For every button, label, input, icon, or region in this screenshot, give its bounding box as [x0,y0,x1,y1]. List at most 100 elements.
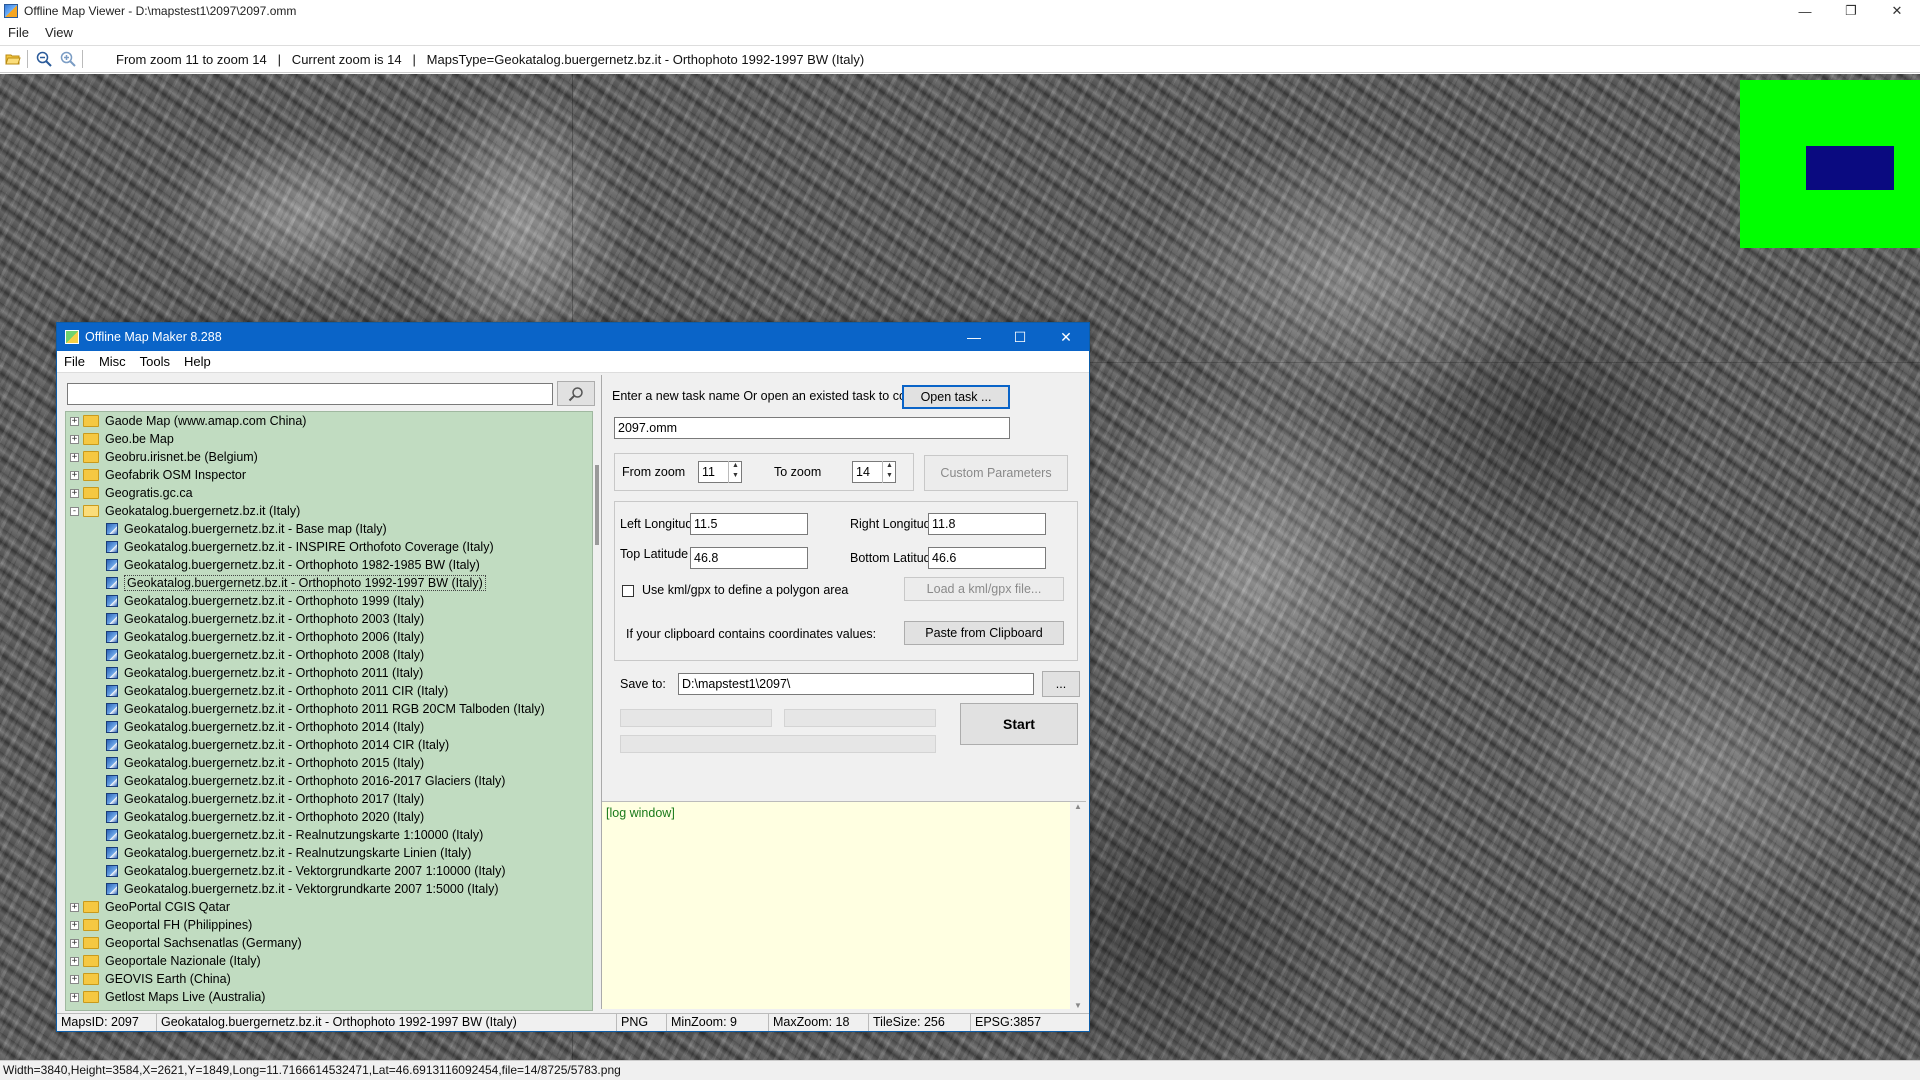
tree-map-item[interactable]: Geokatalog.buergernetz.bz.it - Orthophot… [66,736,592,754]
log-scrollbar[interactable]: ▲ ▼ [1070,802,1086,1010]
tree-folder-item[interactable]: - Geokatalog.buergernetz.bz.it (Italy) [66,502,592,520]
expand-icon[interactable]: + [70,452,79,462]
tree-folder-item[interactable]: + GEOVIS Earth (China) [66,970,592,988]
map-layer-icon [106,811,118,823]
tree-item-label: Getlost Maps Live (Australia) [105,990,266,1004]
tree-map-item[interactable]: Geokatalog.buergernetz.bz.it - Vektorgru… [66,862,592,880]
expand-icon[interactable]: + [70,902,79,912]
tree-item-label: Gaode Map (www.amap.com China) [105,414,307,428]
browse-folder-button[interactable]: ... [1042,671,1080,697]
tree-scrollbar[interactable] [595,465,599,545]
tree-folder-item[interactable]: + Getlost Maps Live (Australia) [66,988,592,1006]
tree-folder-item[interactable]: + Geoportal Sachsenatlas (Germany) [66,934,592,952]
expand-icon[interactable]: + [70,920,79,930]
maximize-icon[interactable]: ☐ [997,323,1043,351]
spin-up-icon[interactable]: ▲ [883,461,896,471]
use-kml-checkbox[interactable] [622,585,634,597]
minimize-icon[interactable]: — [951,323,997,351]
left-longitude-field[interactable]: 11.5 [690,513,808,535]
scroll-down-icon[interactable]: ▼ [1070,1001,1086,1010]
tree-item-label: Geokatalog.buergernetz.bz.it - INSPIRE O… [124,540,494,554]
collapse-icon[interactable]: - [70,506,79,516]
bottom-latitude-field[interactable]: 46.6 [928,547,1046,569]
tree-folder-item[interactable]: + Geofabrik OSM Inspector [66,466,592,484]
tree-map-item[interactable]: Geokatalog.buergernetz.bz.it - Orthophot… [66,808,592,826]
tree-map-item[interactable]: Geokatalog.buergernetz.bz.it - Realnutzu… [66,844,592,862]
right-longitude-field[interactable]: 11.8 [928,513,1046,535]
tree-folder-item[interactable]: + Geoportale Nazionale (Italy) [66,952,592,970]
tree-folder-item[interactable]: + Geo.be Map [66,430,592,448]
folder-open-icon[interactable] [2,48,24,70]
menu-tools[interactable]: Tools [133,354,177,369]
close-icon[interactable]: ✕ [1874,0,1920,22]
dialog-menubar: File Misc Tools Help [57,351,1089,373]
bottom-latitude-label: Bottom Latitude [850,551,938,565]
tree-map-item[interactable]: Geokatalog.buergernetz.bz.it - Orthophot… [66,700,592,718]
dialog-titlebar[interactable]: Offline Map Maker 8.288 — ☐ ✕ [57,323,1089,351]
menu-file[interactable]: File [0,25,37,40]
minimize-icon[interactable]: — [1782,0,1828,22]
custom-parameters-button[interactable]: Custom Parameters [924,455,1068,491]
restore-icon[interactable]: ❐ [1828,0,1874,22]
minimap-viewport-rect[interactable] [1806,146,1894,190]
zoom-in-icon[interactable] [57,48,79,70]
tree-map-item[interactable]: Geokatalog.buergernetz.bz.it - Orthophot… [66,664,592,682]
map-layer-icon [106,775,118,787]
paste-from-clipboard-button[interactable]: Paste from Clipboard [904,621,1064,645]
tree-folder-item[interactable]: + Geogratis.gc.ca [66,484,592,502]
tree-map-item[interactable]: Geokatalog.buergernetz.bz.it - INSPIRE O… [66,538,592,556]
tree-map-item[interactable]: Geokatalog.buergernetz.bz.it - Orthophot… [66,718,592,736]
spin-down-icon[interactable]: ▼ [729,471,742,481]
tree-map-item[interactable]: Geokatalog.buergernetz.bz.it - Orthophot… [66,772,592,790]
right-longitude-label: Right Longitude [850,517,938,531]
menu-view[interactable]: View [37,25,81,40]
open-task-button[interactable]: Open task ... [902,385,1010,409]
map-source-tree[interactable]: + Gaode Map (www.amap.com China) + Geo.be M… [65,411,593,1011]
menu-help[interactable]: Help [177,354,218,369]
start-button[interactable]: Start [960,703,1078,745]
from-zoom-spin[interactable]: ▲ ▼ [728,461,742,483]
progress-bar-total [620,735,936,753]
to-zoom-spin[interactable]: ▲ ▼ [882,461,896,483]
tree-item-label: Geokatalog.buergernetz.bz.it - Orthophot… [124,558,480,572]
close-icon[interactable]: ✕ [1043,323,1089,351]
tree-map-item[interactable]: Geokatalog.buergernetz.bz.it - Realnutzu… [66,826,592,844]
dialog-title: Offline Map Maker 8.288 [85,330,222,344]
expand-icon[interactable]: + [70,938,79,948]
tree-map-item[interactable]: Geokatalog.buergernetz.bz.it - Orthophot… [66,610,592,628]
expand-icon[interactable]: + [70,956,79,966]
tree-map-item[interactable]: Geokatalog.buergernetz.bz.it - Orthophot… [66,628,592,646]
tree-map-item[interactable]: Geokatalog.buergernetz.bz.it - Vektorgru… [66,880,592,898]
overview-minimap[interactable] [1740,80,1920,248]
tree-map-item[interactable]: Geokatalog.buergernetz.bz.it - Orthophot… [66,646,592,664]
expand-icon[interactable]: + [70,470,79,480]
expand-icon[interactable]: + [70,974,79,984]
expand-icon[interactable]: + [70,416,79,426]
tree-map-item[interactable]: Geokatalog.buergernetz.bz.it - Orthophot… [66,574,592,592]
map-search-input[interactable] [67,383,553,405]
search-button[interactable] [557,381,595,406]
top-latitude-field[interactable]: 46.8 [690,547,808,569]
expand-icon[interactable]: + [70,434,79,444]
load-kml-button[interactable]: Load a kml/gpx file... [904,577,1064,601]
tree-folder-item[interactable]: + Geoportal FH (Philippines) [66,916,592,934]
tree-map-item[interactable]: Geokatalog.buergernetz.bz.it - Orthophot… [66,556,592,574]
tree-map-item[interactable]: Geokatalog.buergernetz.bz.it - Orthophot… [66,790,592,808]
tree-folder-item[interactable]: + Geobru.irisnet.be (Belgium) [66,448,592,466]
tree-map-item[interactable]: Geokatalog.buergernetz.bz.it - Base map … [66,520,592,538]
spin-up-icon[interactable]: ▲ [729,461,742,471]
spin-down-icon[interactable]: ▼ [883,471,896,481]
tree-folder-item[interactable]: + Gaode Map (www.amap.com China) [66,412,592,430]
expand-icon[interactable]: + [70,488,79,498]
menu-file[interactable]: File [57,354,92,369]
tree-folder-item[interactable]: + GeoPortal CGIS Qatar [66,898,592,916]
tree-map-item[interactable]: Geokatalog.buergernetz.bz.it - Orthophot… [66,592,592,610]
expand-icon[interactable]: + [70,992,79,1002]
task-name-field[interactable]: 2097.omm [614,417,1010,439]
log-window[interactable]: [log window] ▲ ▼ [602,801,1086,1010]
tree-map-item[interactable]: Geokatalog.buergernetz.bz.it - Orthophot… [66,682,592,700]
tree-map-item[interactable]: Geokatalog.buergernetz.bz.it - Orthophot… [66,754,592,772]
zoom-out-icon[interactable] [33,48,55,70]
menu-misc[interactable]: Misc [92,354,133,369]
save-path-field[interactable]: D:\mapstest1\2097\ [678,673,1034,695]
